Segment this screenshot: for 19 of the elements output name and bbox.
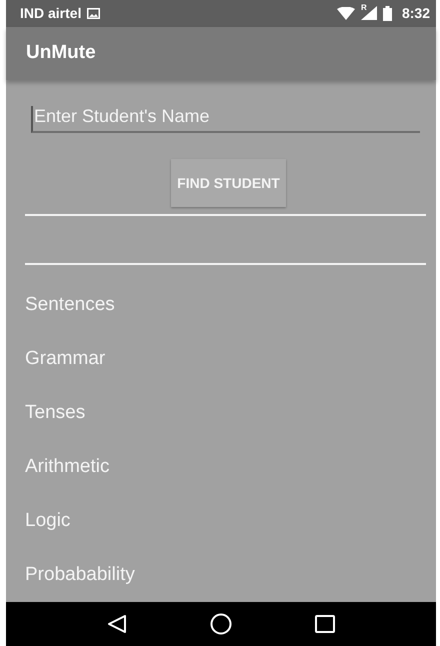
wifi-icon	[336, 6, 355, 20]
signal-icon	[360, 6, 377, 20]
student-name-field[interactable]: Enter Student's Name	[31, 106, 420, 134]
carrier-name: IND airtel	[20, 5, 82, 22]
home-icon[interactable]	[210, 613, 232, 636]
topic-item[interactable]: Probabability	[25, 548, 426, 602]
topic-item[interactable]: Grammar	[25, 332, 426, 386]
battery-icon	[382, 6, 392, 21]
image-icon	[87, 8, 100, 19]
clock-time: 8:32	[402, 5, 430, 22]
topic-item[interactable]: Logic	[25, 494, 426, 548]
find-student-button[interactable]: FIND STUDENT	[171, 159, 286, 208]
roaming-mark: R	[360, 3, 367, 12]
recent-apps-icon[interactable]	[314, 615, 335, 634]
topic-item[interactable]: Tenses	[25, 386, 426, 440]
topic-item[interactable]: Sentences	[25, 278, 426, 332]
topic-item[interactable]: Arithmetic	[25, 440, 426, 494]
app-title: UnMute	[26, 42, 96, 64]
back-icon[interactable]	[107, 614, 128, 634]
